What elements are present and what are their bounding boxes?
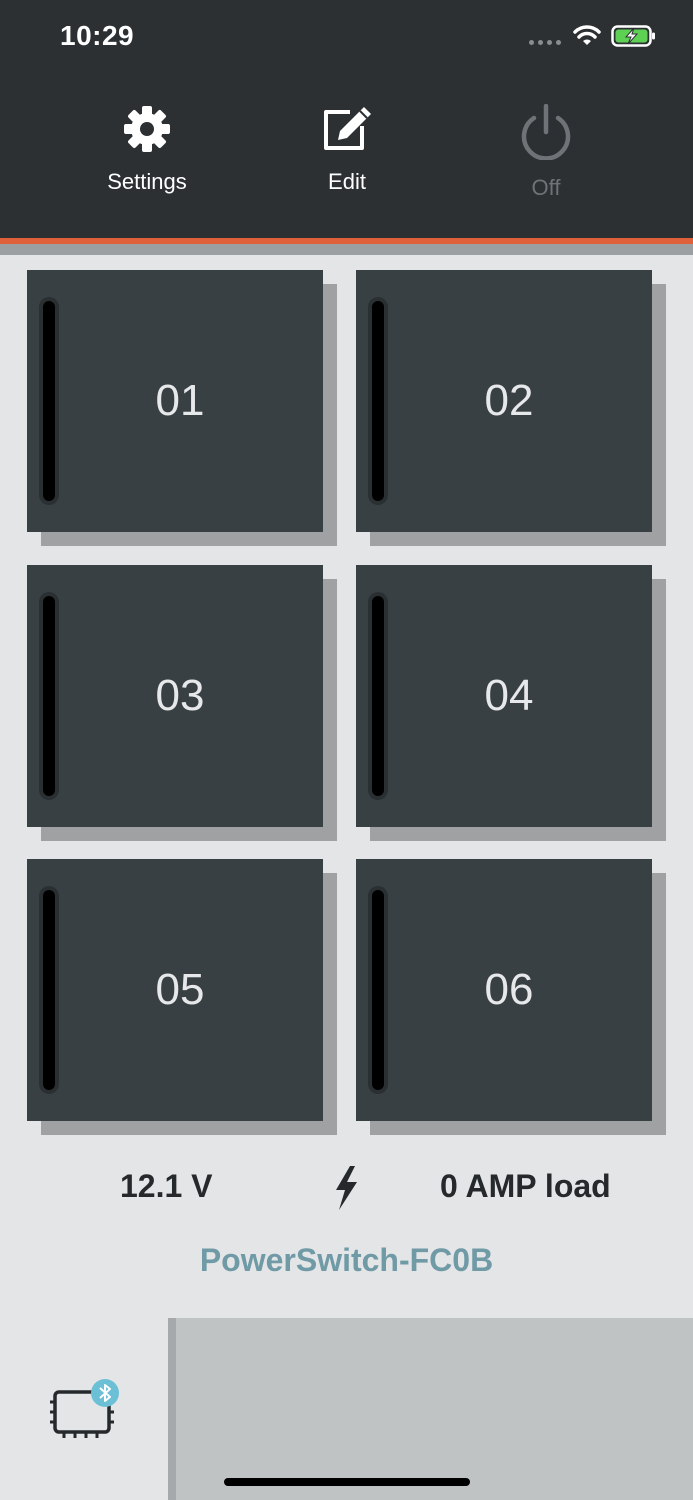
tab-divider (168, 1318, 176, 1500)
channel-indicator (39, 886, 59, 1094)
channel-tile-06[interactable]: 06 (356, 859, 666, 1135)
channel-indicator (368, 297, 388, 505)
channel-label: 06 (484, 965, 534, 1014)
edit-icon (324, 107, 371, 150)
top-header: 10:29 Settings Edit Off (0, 0, 693, 240)
cellular-signal-icon (529, 39, 561, 45)
device-name[interactable]: PowerSwitch-FC0B (0, 1242, 693, 1279)
channel-label: 04 (484, 671, 534, 720)
channel-indicator (368, 592, 388, 800)
load-reading: 0 AMP load (440, 1168, 611, 1204)
status-icons (529, 24, 657, 48)
channel-label: 01 (155, 376, 205, 425)
lightning-bolt-icon (336, 1166, 357, 1210)
power-icon (521, 103, 571, 161)
channel-tile-04[interactable]: 04 (356, 565, 666, 841)
voltage-reading: 12.1 V (120, 1168, 213, 1204)
channel-indicator (368, 886, 388, 1094)
channel-tile-03[interactable]: 03 (27, 565, 337, 841)
channel-tile-01[interactable]: 01 (27, 270, 337, 546)
channel-label: 05 (155, 965, 205, 1014)
bluetooth-device-icon[interactable] (50, 1378, 122, 1440)
channel-tile-05[interactable]: 05 (27, 859, 337, 1135)
status-time: 10:29 (60, 20, 135, 51)
power-label: Off (531, 175, 561, 200)
gear-icon (124, 106, 170, 152)
power-button[interactable]: Off (466, 103, 626, 201)
wifi-icon (573, 25, 601, 45)
channel-label: 03 (155, 671, 205, 720)
home-indicator[interactable] (224, 1478, 470, 1486)
empty-tab-area (176, 1318, 693, 1500)
settings-button[interactable]: Settings (67, 104, 227, 195)
battery-charging-icon (611, 25, 655, 47)
channel-indicator (39, 592, 59, 800)
channel-label: 02 (484, 376, 534, 425)
divider-bar (0, 244, 693, 255)
channel-indicator (39, 297, 59, 505)
edit-label: Edit (328, 169, 366, 194)
settings-label: Settings (107, 169, 187, 194)
edit-button[interactable]: Edit (267, 104, 427, 195)
channel-tile-02[interactable]: 02 (356, 270, 666, 546)
